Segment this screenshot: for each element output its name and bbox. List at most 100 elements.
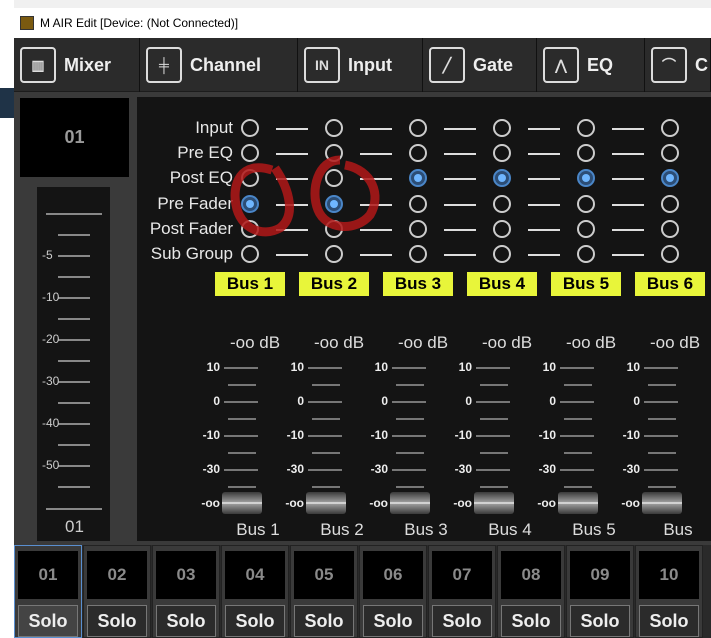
solo-button[interactable]: Solo <box>639 605 699 637</box>
send-tap-radio[interactable] <box>493 195 511 213</box>
channel-number-button[interactable]: 10 <box>639 551 699 599</box>
channel-number-button[interactable]: 06 <box>363 551 423 599</box>
send-tap-radio[interactable] <box>241 220 259 238</box>
send-tap-radio[interactable] <box>493 119 511 137</box>
send-tap-radio[interactable] <box>577 245 595 263</box>
channel-number-button[interactable]: 01 <box>18 551 78 599</box>
send-tap-radio[interactable] <box>661 220 679 238</box>
channel-number-button[interactable]: 02 <box>87 551 147 599</box>
send-tick <box>476 435 510 437</box>
send-tap-radio[interactable] <box>661 245 679 263</box>
bus-name: Bus 2 <box>320 520 364 539</box>
send-tick <box>392 469 426 471</box>
send-tap-radio[interactable] <box>241 144 259 162</box>
send-tick <box>560 401 594 403</box>
tab-c[interactable]: ⌒ C <box>645 38 711 92</box>
solo-button[interactable]: Solo <box>363 605 423 637</box>
send-tap-radio[interactable] <box>409 144 427 162</box>
send-scale-label: 10 <box>374 360 388 374</box>
tab-eq[interactable]: ⋀ EQ <box>537 38 645 92</box>
channel-number-button[interactable]: 03 <box>156 551 216 599</box>
send-tap-radio[interactable] <box>577 220 595 238</box>
send-tap-radio[interactable] <box>325 220 343 238</box>
channel-strip-06[interactable]: 06 Solo <box>359 545 427 638</box>
send-tap-radio[interactable] <box>241 245 259 263</box>
send-tap-radio[interactable] <box>241 195 259 213</box>
channel-number-button[interactable]: 05 <box>294 551 354 599</box>
send-tap-radio[interactable] <box>577 195 595 213</box>
tab-gate[interactable]: ╱ Gate <box>423 38 537 92</box>
send-tick <box>560 435 594 437</box>
channel-strip-05[interactable]: 05 Solo <box>290 545 358 638</box>
solo-button[interactable]: Solo <box>294 605 354 637</box>
send-fader-knob[interactable] <box>306 492 346 514</box>
send-fader-knob[interactable] <box>642 492 682 514</box>
send-tap-radio[interactable] <box>325 119 343 137</box>
channel-number-button[interactable]: 08 <box>501 551 561 599</box>
channel-strip-09[interactable]: 09 Solo <box>566 545 634 638</box>
send-fader-knob[interactable] <box>558 492 598 514</box>
send-fader-knob[interactable] <box>222 492 262 514</box>
solo-button[interactable]: Solo <box>225 605 285 637</box>
send-tap-radio[interactable] <box>409 220 427 238</box>
send-scale-label: -oo <box>621 496 640 510</box>
send-tap-radio[interactable] <box>409 169 427 187</box>
connector-line <box>528 229 560 231</box>
solo-button[interactable]: Solo <box>18 605 78 637</box>
send-tap-radio[interactable] <box>577 144 595 162</box>
send-fader-knob[interactable] <box>474 492 514 514</box>
send-tap-radio[interactable] <box>409 245 427 263</box>
channel-strip-01[interactable]: 01 Solo <box>14 545 82 638</box>
send-tap-radio[interactable] <box>241 119 259 137</box>
send-tap-radio[interactable] <box>325 245 343 263</box>
solo-button[interactable]: Solo <box>87 605 147 637</box>
solo-button[interactable]: Solo <box>432 605 492 637</box>
bus-name: Bus 5 <box>572 520 616 539</box>
send-tick <box>648 418 676 420</box>
bus-level-readout: -oo dB <box>229 333 281 352</box>
solo-button[interactable]: Solo <box>501 605 561 637</box>
channel-number-button[interactable]: 09 <box>570 551 630 599</box>
connector-line <box>612 178 644 180</box>
send-tap-radio[interactable] <box>661 169 679 187</box>
tab-channel[interactable]: ╪ Channel <box>140 38 298 92</box>
send-tap-radio[interactable] <box>577 169 595 187</box>
connector-line <box>276 204 308 206</box>
send-tap-radio[interactable] <box>577 119 595 137</box>
channel-number-button[interactable]: 07 <box>432 551 492 599</box>
mixer-icon: ▥ <box>20 47 56 83</box>
tab-input[interactable]: IN Input <box>298 38 423 92</box>
channel-fader[interactable]: -5 -10 -20 -30 -40 -50 01 <box>37 187 110 541</box>
send-tap-radio[interactable] <box>241 169 259 187</box>
send-tap-radio[interactable] <box>409 119 427 137</box>
channel-strip-02[interactable]: 02 Solo <box>83 545 151 638</box>
send-tap-radio[interactable] <box>661 195 679 213</box>
send-tick <box>312 452 340 454</box>
solo-button[interactable]: Solo <box>570 605 630 637</box>
send-tap-radio[interactable] <box>661 144 679 162</box>
send-tap-radio[interactable] <box>325 144 343 162</box>
channel-number-button[interactable]: 04 <box>225 551 285 599</box>
send-fader-knob[interactable] <box>390 492 430 514</box>
send-tap-radio[interactable] <box>325 169 343 187</box>
connector-line <box>276 178 308 180</box>
connector-line <box>528 178 560 180</box>
solo-button[interactable]: Solo <box>156 605 216 637</box>
channel-strip-08[interactable]: 08 Solo <box>497 545 565 638</box>
channel-strip-03[interactable]: 03 Solo <box>152 545 220 638</box>
send-tap-radio[interactable] <box>493 169 511 187</box>
channel-strip-07[interactable]: 07 Solo <box>428 545 496 638</box>
send-tap-radio[interactable] <box>409 195 427 213</box>
send-tick <box>308 367 342 369</box>
send-tap-radio[interactable] <box>661 119 679 137</box>
send-scale-label: -oo <box>537 496 556 510</box>
channel-strip-04[interactable]: 04 Solo <box>221 545 289 638</box>
send-tap-radio[interactable] <box>493 220 511 238</box>
channel-strip-10[interactable]: 10 Solo <box>635 545 703 638</box>
tab-mixer[interactable]: ▥ Mixer <box>14 38 140 92</box>
send-tap-radio[interactable] <box>325 195 343 213</box>
channel-icon: ╪ <box>146 47 182 83</box>
send-scale-label: -oo <box>369 496 388 510</box>
send-tap-radio[interactable] <box>493 144 511 162</box>
send-tap-radio[interactable] <box>493 245 511 263</box>
